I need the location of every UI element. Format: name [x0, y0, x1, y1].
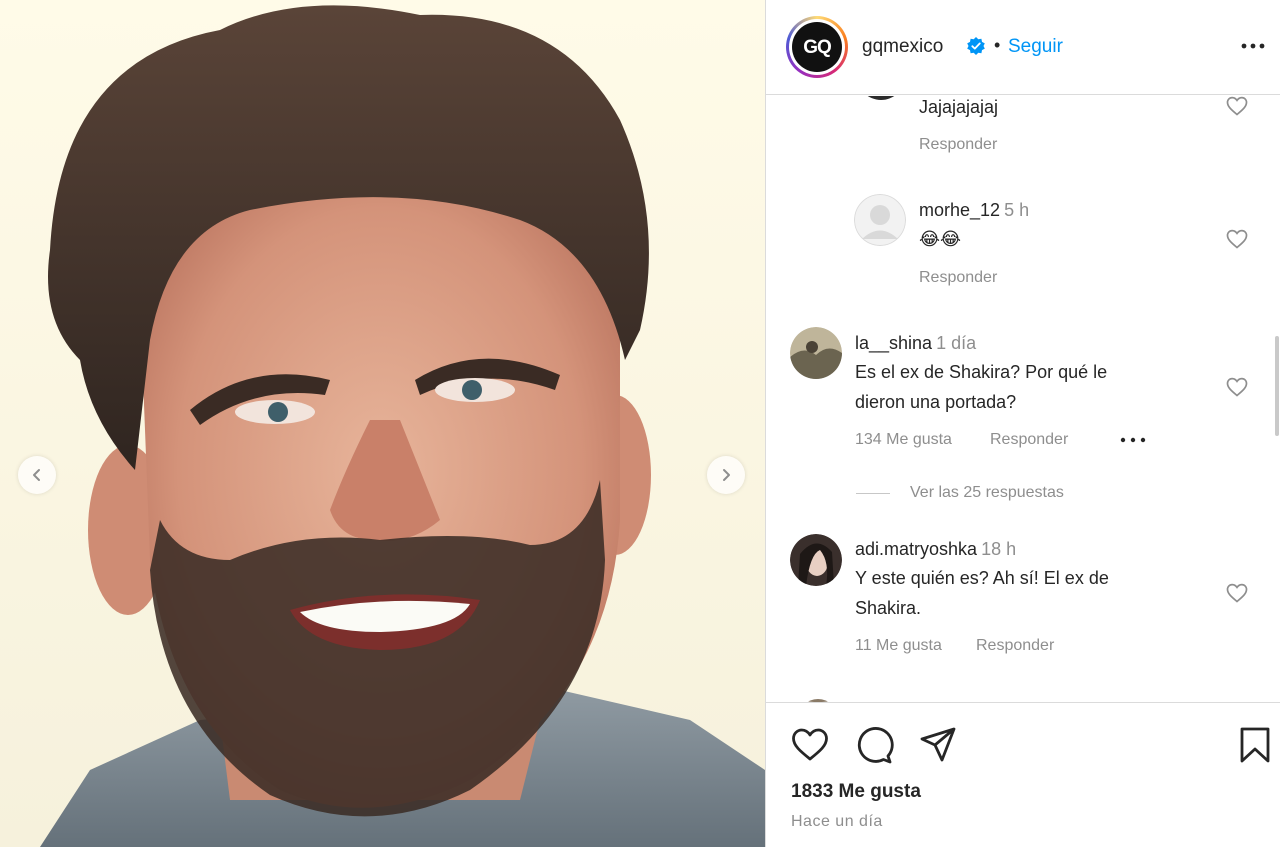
post-media[interactable]	[0, 0, 765, 847]
header-separator: •	[994, 35, 1001, 55]
comment-username[interactable]: la__shina 1 día	[855, 333, 976, 354]
comment-text: 😂😂	[919, 229, 962, 249]
comment-like-icon[interactable]	[1225, 227, 1249, 251]
comment-avatar[interactable]	[858, 96, 904, 112]
comment-avatar[interactable]	[790, 534, 842, 586]
comment-reply-button[interactable]: Responder	[919, 136, 997, 154]
post-likes-count[interactable]: 1833 Me gusta	[791, 781, 921, 803]
post-photo	[0, 0, 765, 847]
post-details-panel: GQ gqmexico • Seguir Jajajajajaj Respond…	[765, 0, 1280, 847]
replies-divider	[856, 492, 890, 494]
post-actions: 1833 Me gusta Hace un día	[766, 702, 1280, 847]
comments-list[interactable]: Jajajajajaj Responder morhe_12 5 h 😂😂 Res…	[766, 96, 1280, 702]
verified-badge-icon	[967, 37, 985, 55]
share-icon[interactable]	[918, 725, 958, 765]
gq-logo: GQ	[792, 22, 842, 72]
chevron-right-icon	[723, 469, 730, 481]
comment-avatar[interactable]	[854, 194, 906, 246]
comment-time: 1 día	[936, 333, 977, 353]
post-header: GQ gqmexico • Seguir	[766, 0, 1280, 95]
comment-avatar[interactable]	[798, 694, 838, 702]
post-timestamp[interactable]: Hace un día	[791, 813, 883, 831]
comment-text-line: Y este quién es? Ah sí! El ex de	[855, 568, 1109, 588]
comment-likes[interactable]: 134 Me gusta	[855, 431, 952, 449]
comment-avatar[interactable]	[790, 327, 842, 379]
follow-button[interactable]: Seguir	[1008, 36, 1063, 58]
comment-reply-button[interactable]: Responder	[990, 431, 1068, 449]
comment-reply-button[interactable]: Responder	[976, 637, 1054, 655]
chevron-left-icon	[33, 469, 40, 481]
comment-icon[interactable]	[854, 725, 894, 765]
carousel-prev-button[interactable]	[18, 456, 56, 494]
account-username[interactable]: gqmexico	[862, 36, 943, 58]
bookmark-icon[interactable]	[1238, 725, 1272, 765]
comment-username[interactable]: adi.matryoshka 18 h	[855, 539, 1016, 560]
comment-like-icon[interactable]	[1225, 96, 1249, 118]
comment-likes[interactable]: 11 Me gusta	[855, 637, 942, 655]
comment-reply-button[interactable]: Responder	[919, 269, 997, 287]
comment-like-icon[interactable]	[1225, 375, 1249, 399]
comment-text-line: dieron una portada?	[855, 392, 1017, 412]
comment-text-line: Shakira.	[855, 598, 922, 618]
comment-time: 18 h	[981, 539, 1017, 559]
comment-username[interactable]: morhe_12 5 h	[919, 200, 1029, 221]
like-icon[interactable]	[790, 725, 830, 765]
account-avatar[interactable]: GQ	[786, 16, 848, 78]
carousel-next-button[interactable]	[707, 456, 745, 494]
comment-time: 5 h	[1004, 200, 1030, 220]
more-options-icon[interactable]	[1240, 38, 1266, 54]
comment-text-line: Es el ex de Shakira? Por qué le	[855, 362, 1108, 382]
comment-like-icon[interactable]	[1225, 581, 1249, 605]
comment-text: Jajajajajaj	[919, 97, 999, 117]
view-replies-button[interactable]: Ver las 25 respuestas	[856, 484, 1064, 502]
comments-scrollbar[interactable]	[1275, 336, 1279, 436]
comment-more-icon[interactable]	[1119, 434, 1147, 446]
